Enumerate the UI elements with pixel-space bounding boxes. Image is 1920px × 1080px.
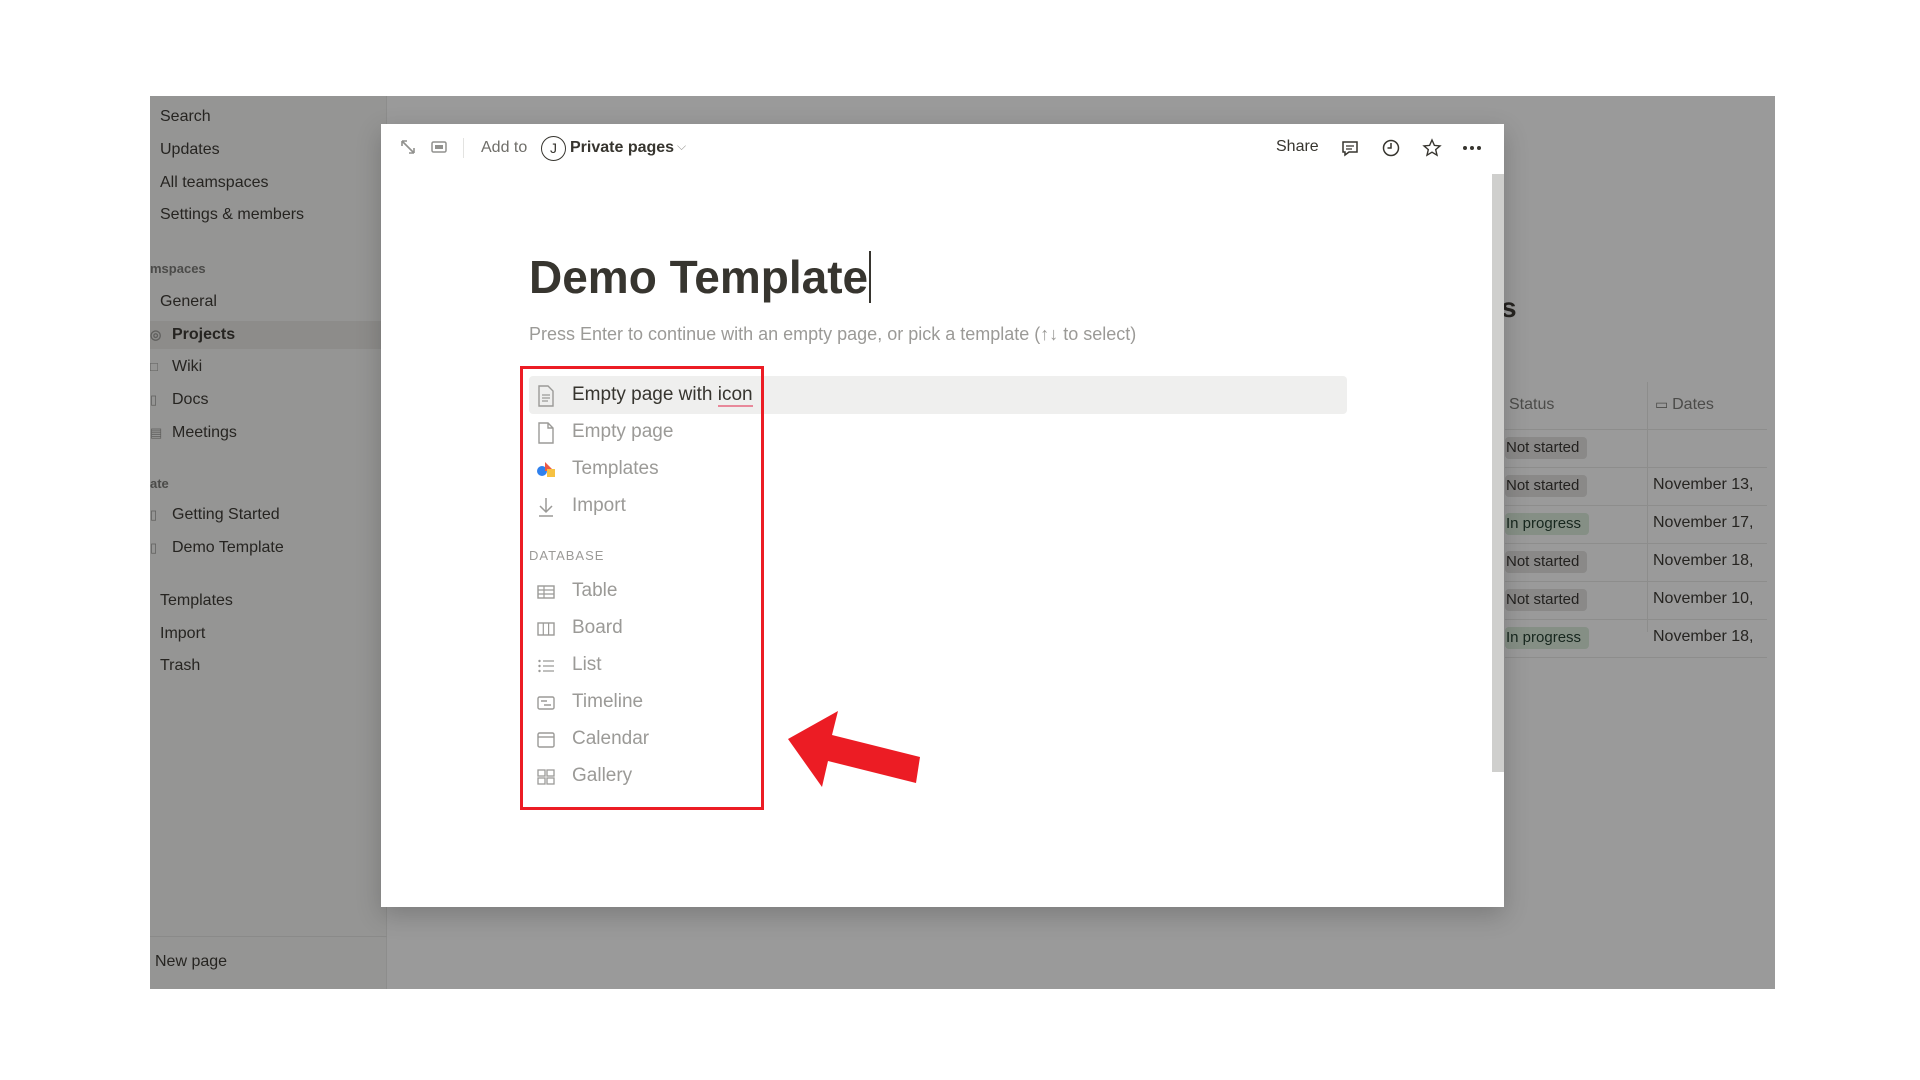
page-title[interactable]: Demo Template [529, 250, 872, 307]
add-to-label: Add to [481, 139, 528, 156]
clock-icon[interactable] [1380, 138, 1402, 160]
text-caret [869, 250, 872, 303]
workspace-selector[interactable]: Private pages [570, 139, 674, 157]
modal-scrollbar[interactable] [1492, 174, 1504, 772]
comment-icon[interactable] [1339, 138, 1361, 160]
template-hint: Press Enter to continue with an empty pa… [529, 324, 1137, 344]
highlight-box [520, 366, 764, 810]
screenshot-canvas: Search Updates All teamspaces Settings &… [0, 0, 1920, 1080]
peek-mode-icon[interactable] [428, 138, 450, 160]
star-icon[interactable] [1421, 138, 1443, 160]
page-title-text: Demo Template [529, 251, 869, 303]
workspace-avatar[interactable]: J [541, 136, 566, 161]
share-button[interactable]: Share [1276, 138, 1319, 156]
more-options-icon[interactable] [1461, 138, 1483, 160]
chevron-down-icon[interactable]: ⌵ [677, 139, 686, 154]
expand-icon[interactable] [397, 138, 419, 160]
arrow-icon [788, 711, 920, 787]
toolbar-divider [463, 138, 464, 158]
